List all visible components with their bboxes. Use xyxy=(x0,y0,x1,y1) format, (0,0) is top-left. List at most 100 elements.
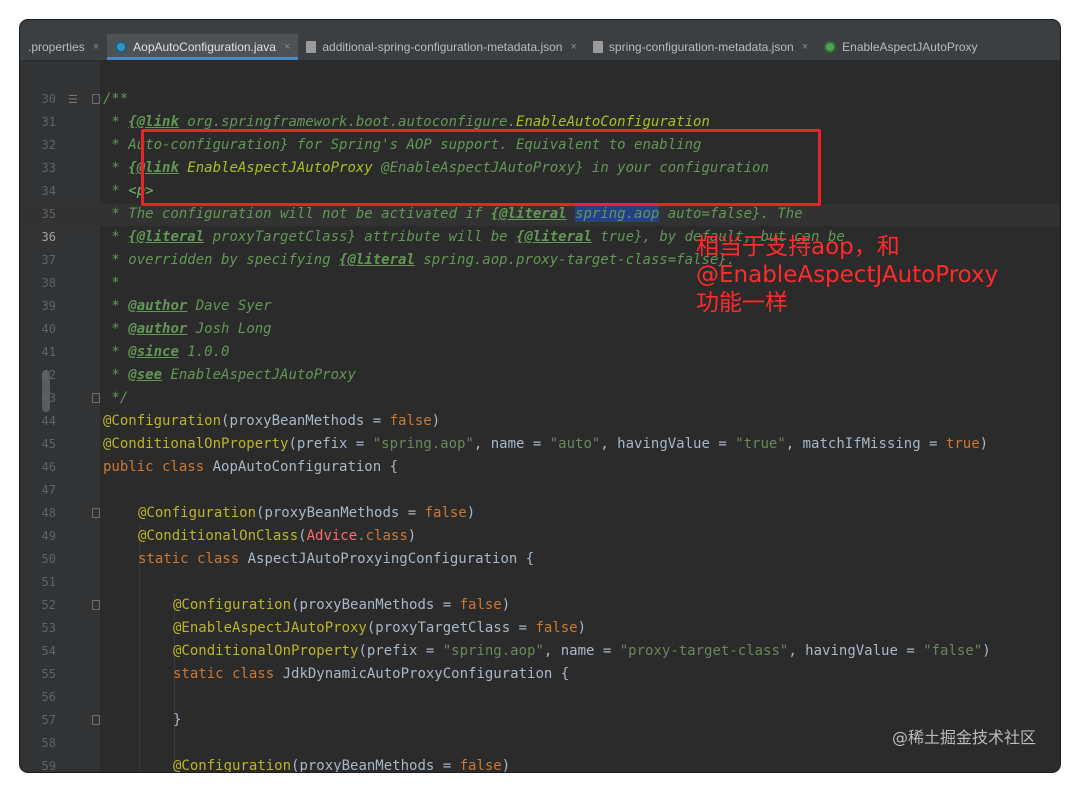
tab-label: AopAutoConfiguration.java xyxy=(133,40,276,54)
code-text: * xyxy=(103,114,129,130)
close-icon[interactable]: × xyxy=(93,41,99,53)
annotation-token[interactable]: @ConditionalOnProperty xyxy=(103,436,288,452)
code-text: (prefix = xyxy=(288,436,373,452)
selected-text[interactable]: spring.aop xyxy=(575,206,660,222)
code-text: ) xyxy=(982,643,991,659)
tab-label: .properties xyxy=(28,40,85,54)
javadoc-tag[interactable]: {@literal xyxy=(491,206,567,222)
string-token: "false" xyxy=(923,643,983,659)
string-token: "spring.aop" xyxy=(442,643,544,659)
class-declaration[interactable]: AspectJAutoProxyingConfiguration { xyxy=(239,551,535,567)
keyword-token: false xyxy=(535,620,578,636)
close-icon[interactable]: × xyxy=(284,41,290,53)
code-line: 31 ☰ /** xyxy=(20,88,1060,129)
json-file-icon xyxy=(306,41,317,53)
code-text: proxyTargetClass} attribute will be xyxy=(204,229,517,245)
code-text: * overridden by specifying xyxy=(103,252,340,268)
code-text: * xyxy=(103,183,129,199)
annotation-token[interactable]: @EnableAspectJAutoProxy xyxy=(173,620,367,636)
keyword-token: false xyxy=(389,413,432,429)
tab-aop-auto-configuration[interactable]: AopAutoConfiguration.java × xyxy=(107,34,299,60)
unresolved-class-token[interactable]: Advice xyxy=(307,528,358,544)
code-text: (proxyBeanMethods = xyxy=(221,413,390,429)
javadoc-tag: @author xyxy=(128,298,188,314)
tab-label: spring-configuration-metadata.json xyxy=(608,40,794,54)
fold-icon[interactable] xyxy=(92,508,100,518)
tab-label: additional-spring-configuration-metadata… xyxy=(322,40,563,54)
tab-metadata-json[interactable]: spring-configuration-metadata.json × xyxy=(585,34,816,60)
string-token: "auto" xyxy=(549,436,601,452)
code-line: 43 * @see EnableAspectJAutoProxy xyxy=(20,364,1060,405)
annotation-token[interactable]: @Configuration xyxy=(173,597,291,613)
javadoc-tag: @see xyxy=(128,367,163,383)
keyword-token: false xyxy=(459,597,502,613)
code-text: , name = xyxy=(543,643,620,659)
code-line: 54 @EnableAspectJAutoProxy(proxyTargetCl… xyxy=(20,617,1060,658)
code-text: ) xyxy=(577,620,587,636)
javadoc-tag[interactable]: {@literal xyxy=(339,252,415,268)
title-bar xyxy=(20,20,1060,34)
tab-enable-aspectj-auto-proxy[interactable]: EnableAspectJAutoProxy xyxy=(816,34,985,60)
tab-properties[interactable]: .properties × xyxy=(20,34,107,60)
javadoc-tag[interactable]: {@literal xyxy=(128,229,204,245)
tab-additional-metadata-json[interactable]: additional-spring-configuration-metadata… xyxy=(298,34,585,60)
tab-label: EnableAspectJAutoProxy xyxy=(842,40,978,54)
code-text: , havingValue = xyxy=(788,643,924,659)
javadoc-tag[interactable]: {@link xyxy=(128,114,179,130)
keyword-token: false xyxy=(424,505,467,521)
keyword-token: static class xyxy=(138,551,240,567)
code-text: Dave Syer xyxy=(187,298,272,314)
code-text: spring.aop.proxy-target-class=false}. xyxy=(414,252,736,268)
annotation-line: 功能一样 xyxy=(696,290,788,316)
code-text: * xyxy=(103,321,129,337)
code-text: * xyxy=(103,344,129,360)
keyword-token: static class xyxy=(173,666,275,682)
code-line: 45 @Configuration(proxyBeanMethods = fal… xyxy=(20,410,1060,451)
annotation-token[interactable]: @ConditionalOnClass xyxy=(138,528,298,544)
code-text: (prefix = xyxy=(358,643,443,659)
code-text: * xyxy=(103,160,129,176)
doc-render-icon[interactable]: ☰ xyxy=(68,88,78,111)
code-line: 52 xyxy=(20,571,1060,612)
javadoc-tag[interactable]: {@literal xyxy=(516,229,592,245)
annotation-token[interactable]: @Configuration xyxy=(173,758,291,772)
code-text: , havingValue = xyxy=(600,436,736,452)
code-text: */ xyxy=(103,390,129,406)
fold-icon[interactable] xyxy=(92,715,100,725)
code-text: (proxyTargetClass = xyxy=(366,620,536,636)
close-icon[interactable]: × xyxy=(570,41,576,53)
code-text: * xyxy=(103,298,129,314)
fold-icon[interactable] xyxy=(92,600,100,610)
fold-icon[interactable] xyxy=(92,94,100,104)
code-line: 57 xyxy=(20,686,1060,727)
code-text: , matchIfMissing = xyxy=(785,436,946,452)
code-line: 41 * @author Josh Long xyxy=(20,318,1060,359)
code-line: 44 */ xyxy=(20,387,1060,428)
code-text: * xyxy=(103,275,120,291)
code-text: ) xyxy=(501,597,511,613)
annotation-token[interactable]: @ConditionalOnProperty xyxy=(173,643,358,659)
code-line: 49 @Configuration(proxyBeanMethods = fal… xyxy=(20,502,1060,543)
code-line: 48 xyxy=(20,479,1060,520)
code-text: ) xyxy=(407,528,417,544)
fold-icon[interactable] xyxy=(92,393,100,403)
code-text: ) xyxy=(501,758,511,772)
code-text: 1.0.0 xyxy=(178,344,230,360)
annotation-token[interactable]: @Configuration xyxy=(103,413,221,429)
code-line: 46 @ConditionalOnProperty(prefix = "spri… xyxy=(20,433,1060,474)
keyword-token: false xyxy=(459,758,502,772)
class-declaration[interactable]: AopAutoConfiguration { xyxy=(204,459,398,475)
close-icon[interactable]: × xyxy=(802,41,808,53)
class-declaration[interactable]: JdkDynamicAutoProxyConfiguration { xyxy=(274,666,570,682)
code-text: /** xyxy=(103,91,129,107)
string-token: "spring.aop" xyxy=(372,436,474,452)
keyword-token: public class xyxy=(103,459,205,475)
code-line: 56 static class JdkDynamicAutoProxyConfi… xyxy=(20,663,1060,704)
string-token: "true" xyxy=(735,436,786,452)
annotation-token[interactable]: @Configuration xyxy=(138,505,256,521)
javadoc-link[interactable]: EnableAutoConfiguration xyxy=(516,114,710,130)
code-line: 50 @ConditionalOnClass(Advice.class) xyxy=(20,525,1060,566)
code-line: 30 xyxy=(20,65,1060,106)
code-text: org.springframework.boot.autoconfigure. xyxy=(178,114,517,130)
